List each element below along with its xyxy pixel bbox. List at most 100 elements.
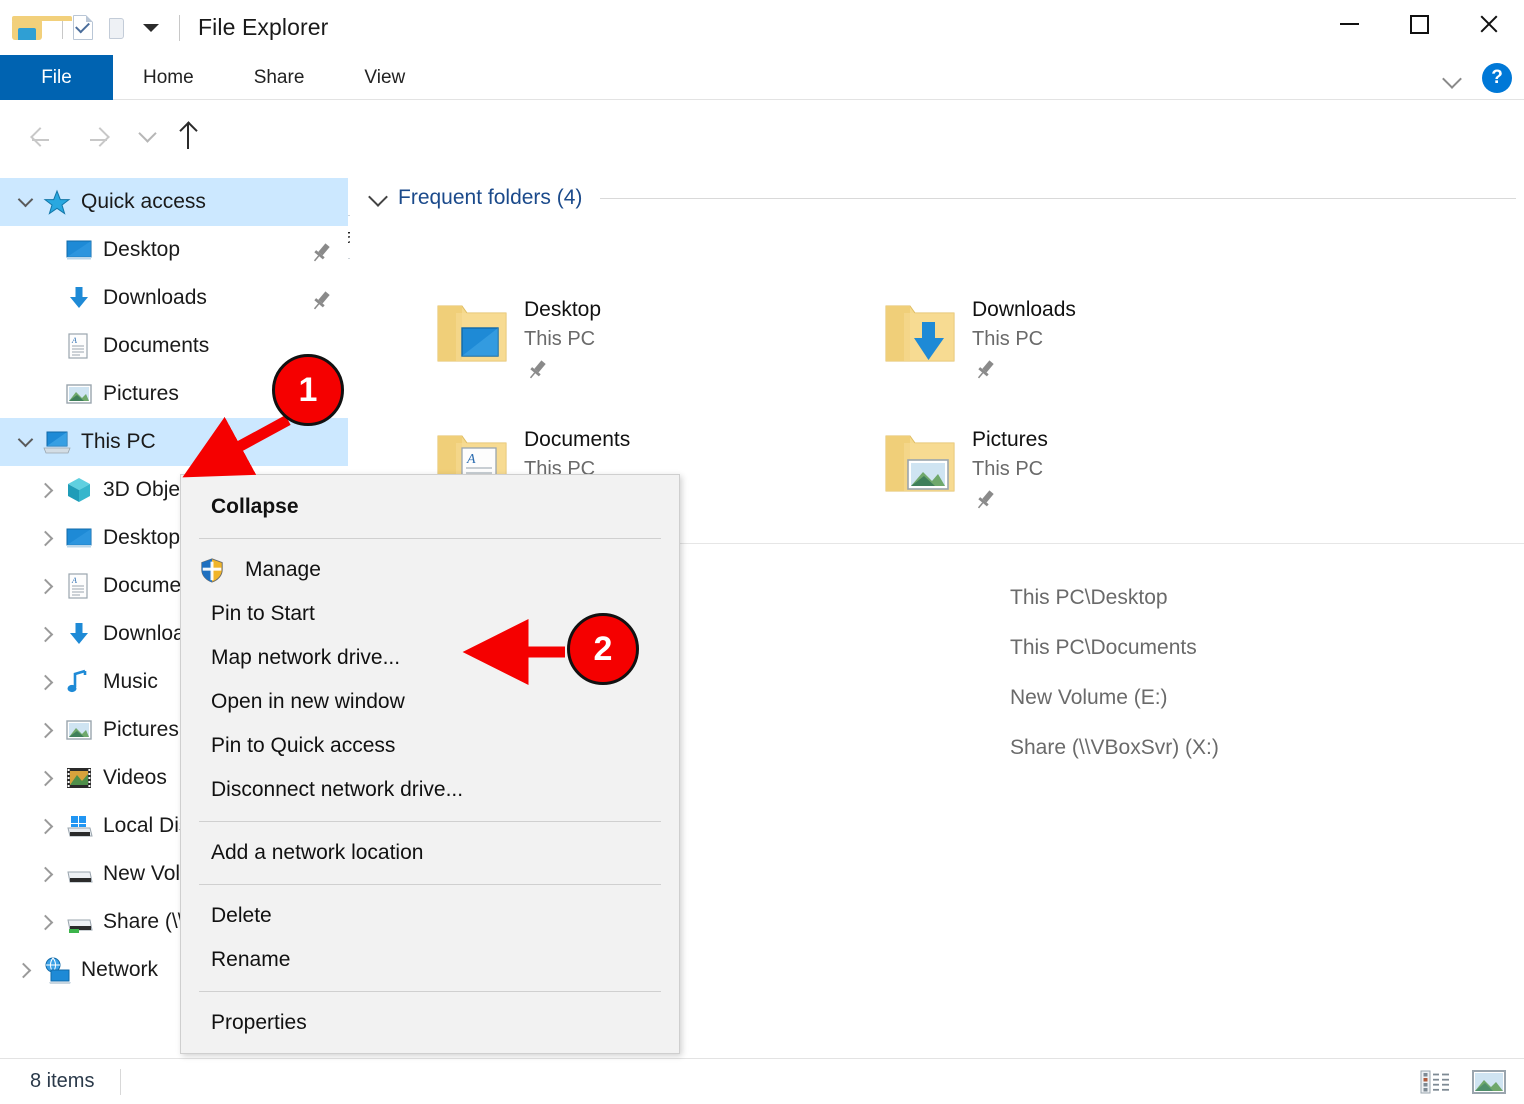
document-icon: A [64,571,94,601]
details-view-button[interactable] [1418,1067,1452,1097]
menu-item-rename[interactable]: Rename [181,938,679,982]
sidebar-item-label: Documents [103,334,209,358]
expand-ribbon-chevron-down-icon[interactable] [1444,69,1462,87]
expander-chevron-right-icon[interactable] [30,850,64,898]
sidebar-item-label: Network [81,958,158,982]
sidebar-item-label: Pictures [103,718,179,742]
shield-icon [199,556,225,584]
menu-item-label: Open in new window [211,690,405,714]
close-button[interactable] [1454,0,1524,48]
folder-name: Downloads [972,298,1076,322]
window-controls [1314,0,1524,48]
minimize-button[interactable] [1314,0,1384,48]
sidebar-item-desktop[interactable]: Desktop [0,226,348,274]
tab-view[interactable]: View [334,55,435,100]
status-divider [120,1069,121,1095]
sidebar-item-this-pc[interactable]: This PC [0,418,348,466]
recent-file-path: Share (\\VBoxSvr) (X:) [1010,736,1219,760]
header-divider [600,198,1516,199]
tab-share[interactable]: Share [224,55,335,100]
new-folder-icon[interactable] [107,16,127,40]
customize-dropdown-icon[interactable] [143,24,159,32]
properties-icon[interactable] [73,15,93,40]
star-icon [42,187,72,217]
pin-icon[interactable] [308,240,334,271]
menu-item-add-a-network-location[interactable]: Add a network location [181,831,679,875]
frequent-folder-item[interactable]: Pictures This PC [878,422,1048,518]
sidebar-item-downloads[interactable]: Downloads [0,274,348,322]
pc-icon [42,427,72,457]
tab-file[interactable]: File [0,55,113,100]
forward-button[interactable] [80,118,116,154]
context-menu[interactable]: Collapse Manage Pin to Start Map network dr… [180,474,680,1054]
expander-chevron-right-icon[interactable] [30,898,64,946]
pin-icon[interactable] [308,288,334,319]
sidebar-item-label: Pictures [103,382,179,406]
folder-location: This PC [972,328,1076,351]
expander-chevron-right-icon[interactable] [30,466,64,514]
up-button[interactable] [170,114,206,158]
chevron-down-icon [138,124,156,142]
sidebar-item-label: Downloads [103,286,207,310]
folder-location: This PC [524,328,601,351]
svg-text:A: A [71,576,77,585]
folder-downloads-icon [878,292,962,376]
menu-item-delete[interactable]: Delete [181,894,679,938]
menu-item-properties[interactable]: Properties [181,1001,679,1045]
address-bar: ❯ Quick access ❯ [0,100,1524,172]
expander-chevron-right-icon[interactable] [30,658,64,706]
sidebar-item-label: Music [103,670,158,694]
folder-desktop-icon [430,292,514,376]
picture-icon [64,715,94,745]
folder-name: Documents [524,428,630,452]
recent-locations-button[interactable] [132,118,162,154]
expander-chevron-right-icon[interactable] [30,562,64,610]
expander-chevron-right-icon[interactable] [30,802,64,850]
network-drive-icon [64,907,94,937]
pin-icon[interactable] [972,487,1048,518]
recent-file-path: This PC\Desktop [1010,586,1168,610]
menu-item-pin-to-quick-access[interactable]: Pin to Quick access [181,724,679,768]
tab-home[interactable]: Home [113,55,224,100]
menu-separator [199,538,661,539]
expander-chevron-down-icon[interactable] [8,418,42,466]
maximize-button[interactable] [1384,0,1454,48]
close-icon [1478,13,1500,35]
expander-chevron-right-icon[interactable] [30,514,64,562]
frequent-folder-item[interactable]: Desktop This PC [430,292,601,388]
menu-separator [199,991,661,992]
video-icon [64,763,94,793]
desktop-icon [64,523,94,553]
expander-chevron-right-icon[interactable] [30,754,64,802]
item-count-label: 8 items [30,1070,94,1093]
frequent-folder-item[interactable]: Downloads This PC [878,292,1076,388]
menu-item-label: Properties [211,1011,307,1035]
menu-item-disconnect-network-drive[interactable]: Disconnect network drive... [181,768,679,812]
folder-pictures-icon [878,422,962,506]
back-arrow-icon [30,126,50,146]
menu-item-collapse[interactable]: Collapse [181,485,679,529]
back-button[interactable] [22,118,58,154]
large-icons-view-button[interactable] [1472,1067,1506,1097]
expander-chevron-right-icon[interactable] [8,946,42,994]
pin-icon[interactable] [524,357,601,388]
expander-chevron-down-icon[interactable] [8,178,42,226]
sidebar-item-label: Videos [103,766,167,790]
help-button[interactable]: ? [1482,63,1512,93]
expander-chevron-right-icon[interactable] [30,610,64,658]
menu-item-label: Map network drive... [211,646,400,670]
maximize-icon [1410,15,1429,34]
folder-icon[interactable] [12,16,42,40]
frequent-folders-header[interactable]: Frequent folders (4) [350,178,1524,218]
drive-icon [64,859,94,889]
annotation-badge-2: 2 [567,613,639,685]
menu-item-label: Pin to Start [211,602,315,626]
menu-item-open-in-new-window[interactable]: Open in new window [181,680,679,724]
menu-item-label: Add a network location [211,841,423,865]
recent-file-path: New Volume (E:) [1010,686,1168,710]
sidebar-item-quick-access[interactable]: Quick access [0,178,348,226]
expander-chevron-right-icon[interactable] [30,706,64,754]
collapse-chevron-icon[interactable] [368,188,388,208]
pin-icon[interactable] [972,357,1076,388]
menu-item-manage[interactable]: Manage [181,548,679,592]
